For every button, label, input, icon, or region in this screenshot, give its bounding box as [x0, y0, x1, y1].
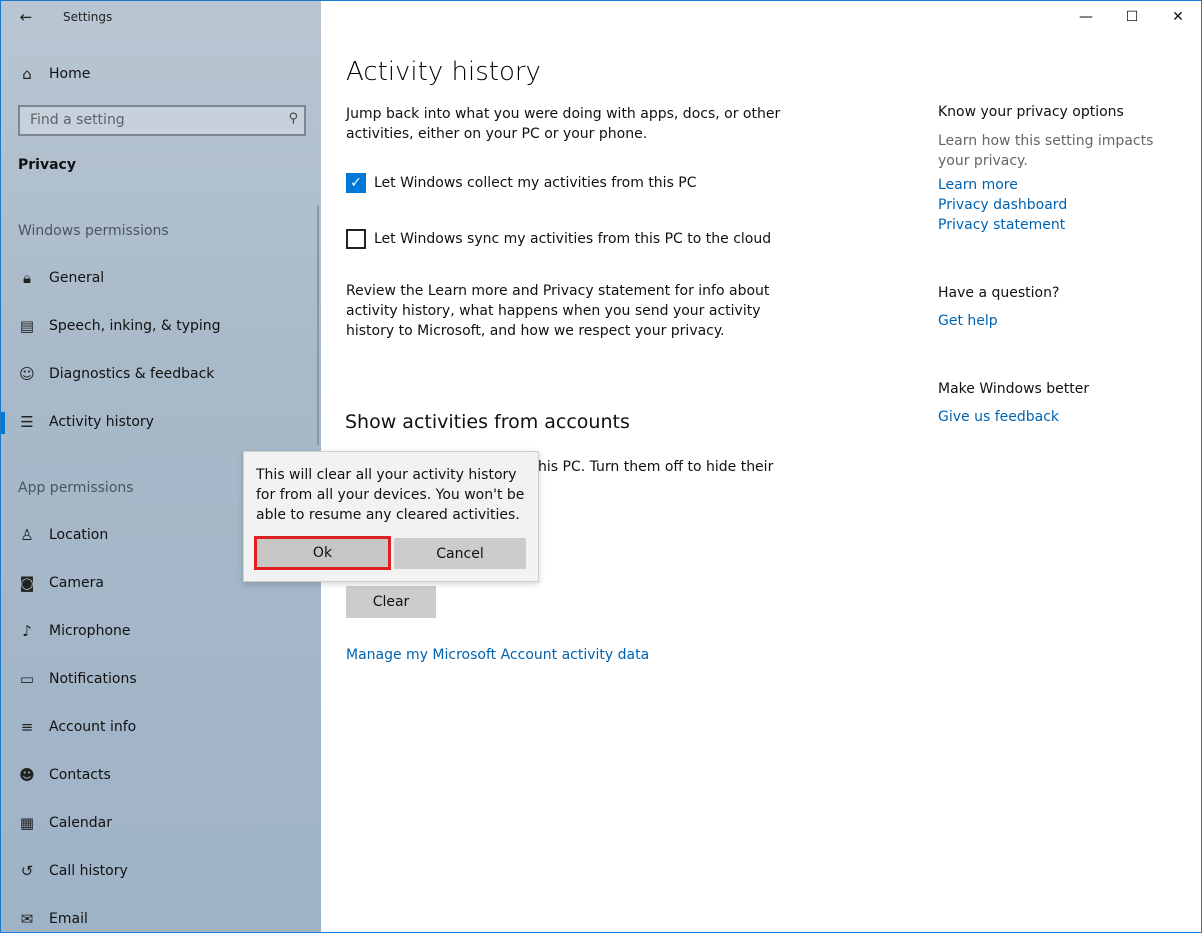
document-icon: ▤: [19, 317, 35, 335]
sidebar-item-label: Calendar: [49, 815, 112, 831]
sidebar-item-label: Activity history: [49, 414, 154, 430]
account-info-icon: ≡: [20, 718, 34, 736]
sidebar-item-label: Location: [49, 527, 109, 543]
sidebar-item-call-history[interactable]: ↺ Call history: [1, 851, 319, 891]
sidebar-item-speech[interactable]: ▤ Speech, inking, & typing: [1, 306, 319, 346]
privacy-options-text: Learn how this setting impacts your priv…: [938, 133, 1154, 169]
ok-button[interactable]: Ok: [254, 536, 391, 570]
sidebar-item-label: Account info: [49, 719, 137, 735]
privacy-dashboard-link[interactable]: Privacy dashboard: [938, 197, 1067, 213]
collect-activities-label: Let Windows collect my activities from t…: [374, 175, 697, 191]
manage-account-link[interactable]: Manage my Microsoft Account activity dat…: [346, 647, 649, 663]
flyout-message: This will clear all your activity histor…: [256, 467, 525, 523]
windows-permissions-heading: Windows permissions: [18, 223, 169, 239]
sidebar-item-calendar[interactable]: ▦ Calendar: [1, 803, 319, 843]
search-placeholder: Find a setting: [30, 112, 125, 128]
accounts-description: his PC. Turn them off to hide their: [538, 459, 774, 475]
section-title: Privacy: [18, 157, 76, 173]
privacy-options-heading: Know your privacy options: [938, 104, 1124, 120]
lock-icon: 🔒︎: [23, 269, 31, 287]
minimize-button[interactable]: —: [1063, 1, 1109, 33]
search-input[interactable]: Find a setting ⚲: [18, 105, 306, 136]
back-arrow-icon: ←: [19, 8, 33, 26]
intro-text: Jump back into what you were doing with …: [346, 106, 781, 142]
settings-window: ← Settings ⌂ Home Find a setting ⚲ Priva…: [0, 0, 1202, 933]
sidebar-item-label: Speech, inking, & typing: [49, 318, 221, 334]
page-title: Activity history: [346, 57, 541, 87]
clear-button[interactable]: Clear: [346, 586, 436, 618]
sidebar-item-label: Camera: [49, 575, 104, 591]
sidebar-item-contacts[interactable]: ☻ Contacts: [1, 755, 319, 795]
make-windows-better-heading: Make Windows better: [938, 381, 1090, 397]
sidebar-item-label: Diagnostics & feedback: [49, 366, 215, 382]
close-icon: ✕: [1172, 9, 1184, 25]
learn-more-link[interactable]: Learn more: [938, 177, 1018, 193]
home-icon: ⌂: [22, 65, 32, 83]
sync-activities-row[interactable]: Let Windows sync my activities from this…: [346, 229, 771, 249]
sidebar-item-label: Email: [49, 911, 88, 927]
sidebar-item-notifications[interactable]: ▭ Notifications: [1, 659, 319, 699]
location-icon: ♙: [20, 526, 34, 544]
sidebar-scrollbar[interactable]: [317, 205, 319, 445]
sidebar-item-label: Contacts: [49, 767, 111, 783]
close-button[interactable]: ✕: [1155, 1, 1201, 33]
sidebar-item-general[interactable]: 🔒︎ General: [1, 258, 319, 298]
sidebar-item-activity-history[interactable]: ☰ Activity history: [1, 402, 319, 442]
show-activities-heading: Show activities from accounts: [345, 411, 630, 433]
activity-icon: ☰: [20, 413, 34, 431]
app-title: Settings: [63, 10, 113, 24]
app-permissions-heading: App permissions: [18, 480, 134, 496]
collect-activities-checkbox[interactable]: ✓: [346, 173, 366, 193]
question-heading: Have a question?: [938, 285, 1060, 301]
privacy-statement-link[interactable]: Privacy statement: [938, 217, 1065, 233]
active-indicator: [1, 412, 5, 434]
sidebar-item-email[interactable]: ✉ Email: [1, 899, 319, 932]
microphone-icon: ♪: [22, 622, 32, 640]
collect-activities-row[interactable]: ✓ Let Windows collect my activities from…: [346, 173, 697, 193]
sync-activities-checkbox[interactable]: [346, 229, 366, 249]
get-help-link[interactable]: Get help: [938, 313, 998, 329]
review-text: Review the Learn more and Privacy statem…: [346, 283, 770, 339]
person-feedback-icon: ☺: [19, 365, 35, 383]
notifications-icon: ▭: [19, 670, 35, 688]
sidebar-item-label: General: [49, 270, 105, 286]
home-nav[interactable]: ⌂ Home: [17, 63, 90, 85]
minimize-icon: —: [1079, 9, 1093, 25]
sync-activities-label: Let Windows sync my activities from this…: [374, 231, 772, 247]
sidebar-item-microphone[interactable]: ♪ Microphone: [1, 611, 319, 651]
contacts-icon: ☻: [19, 766, 35, 784]
clear-confirmation-flyout: This will clear all your activity histor…: [243, 451, 539, 582]
sidebar-item-label: Microphone: [49, 623, 131, 639]
title-bar: ← Settings: [1, 1, 321, 33]
cancel-button[interactable]: Cancel: [394, 538, 526, 569]
call-history-icon: ↺: [20, 862, 34, 880]
maximize-button[interactable]: ☐: [1109, 1, 1155, 33]
back-button[interactable]: ←: [11, 5, 41, 29]
maximize-icon: ☐: [1125, 9, 1139, 25]
search-icon: ⚲: [288, 111, 298, 126]
sidebar-item-diagnostics[interactable]: ☺ Diagnostics & feedback: [1, 354, 319, 394]
sidebar-item-label: Call history: [49, 863, 128, 879]
give-feedback-link[interactable]: Give us feedback: [938, 409, 1059, 425]
camera-icon: ◙: [19, 574, 35, 592]
sidebar-item-account-info[interactable]: ≡ Account info: [1, 707, 319, 747]
email-icon: ✉: [20, 910, 34, 928]
caption-buttons: — ☐ ✕: [1063, 1, 1201, 33]
calendar-icon: ▦: [19, 814, 35, 832]
sidebar-item-label: Notifications: [49, 671, 137, 687]
home-label: Home: [49, 66, 91, 82]
